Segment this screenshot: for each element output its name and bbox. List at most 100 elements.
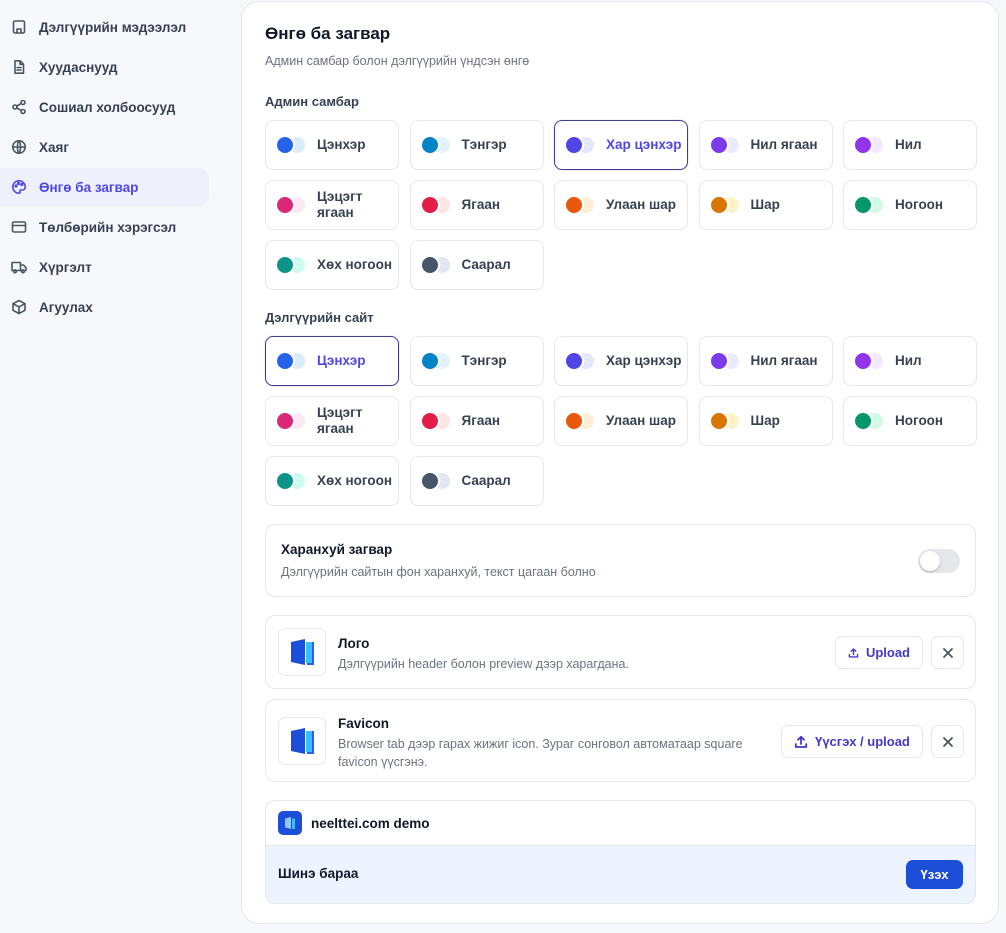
color-dots [708, 135, 741, 155]
color-dots [275, 471, 307, 491]
color-option-label: Хар цэнхэр [606, 353, 682, 368]
favicon-remove-button[interactable] [931, 725, 964, 758]
admin-color-option[interactable]: Ногоон [843, 180, 977, 230]
main-color-dot [275, 351, 295, 371]
preview-body: Шинэ бараа Үзэх [266, 846, 975, 903]
upload-icon [848, 647, 859, 658]
color-option-label: Хөх ногоон [317, 257, 393, 272]
main-color-dot [275, 411, 295, 431]
store-color-option[interactable]: Тэнгэр [409, 336, 544, 386]
logo-title: Лого [338, 636, 370, 651]
color-dots [419, 255, 452, 275]
color-option-label: Тэнгэр [461, 137, 507, 152]
admin-color-option[interactable]: Хар цэнхэр [554, 120, 688, 170]
truck-icon [10, 258, 28, 276]
color-dots [708, 411, 741, 431]
color-dots [275, 351, 307, 371]
main-color-dot [564, 351, 584, 371]
main-color-dot [419, 411, 440, 431]
main-color-dot [853, 411, 873, 431]
logo-description: Дэлгүүрийн header болон preview дээр хар… [338, 657, 629, 671]
color-option-label: Хар цэнхэр [606, 137, 682, 152]
color-dots [853, 135, 885, 155]
store-color-grid: Цэнхэр Тэнгэр Хар цэнхэр Нил ягаан Нил Цэцэгт… [265, 336, 977, 506]
sidebar-item-social-links[interactable]: Сошиал холбоосууд [0, 88, 209, 126]
store-color-option[interactable]: Цэцэгт ягаан [265, 396, 399, 446]
store-color-option[interactable]: Саарал [409, 456, 544, 506]
sidebar-item-payment[interactable]: Төлбөрийн хэрэгсэл [0, 208, 209, 246]
sidebar-item-warehouse[interactable]: Агуулах [0, 288, 209, 326]
sidebar-item-label: Сошиал холбоосууд [39, 99, 176, 115]
dark-mode-description: Дэлгүүрийн сайтын фон харанхуй, текст ца… [281, 565, 596, 579]
dark-mode-panel: Харанхуй загвар Дэлгүүрийн сайтын фон ха… [265, 524, 976, 597]
color-option-label: Шар [750, 413, 780, 428]
sidebar-item-colors[interactable]: Өнгө ба загвар [0, 168, 209, 206]
store-color-option[interactable]: Хар цэнхэр [554, 336, 688, 386]
color-dots [564, 411, 596, 431]
sidebar-item-address[interactable]: Хаяг [0, 128, 209, 166]
upload-icon [794, 735, 808, 748]
store-color-option[interactable]: Ягаан [409, 396, 544, 446]
sidebar-item-label: Агуулах [39, 299, 93, 315]
admin-color-option[interactable]: Саарал [409, 240, 544, 290]
door-logo-icon [291, 639, 314, 665]
sidebar-item-pages[interactable]: Хуудаснууд [0, 48, 209, 86]
logo-panel: Лого Дэлгүүрийн header болон preview дээ… [265, 615, 976, 689]
main-color-dot [419, 135, 440, 155]
color-option-label: Нил [895, 353, 922, 368]
store-color-option[interactable]: Ногоон [843, 396, 977, 446]
store-color-option[interactable]: Цэнхэр [265, 336, 399, 386]
admin-color-option[interactable]: Улаан шар [554, 180, 688, 230]
main-color-dot [275, 135, 295, 155]
favicon-description-line2: favicon үүсгэнэ. [338, 755, 428, 769]
dark-mode-toggle[interactable] [918, 549, 960, 573]
color-dots [564, 351, 596, 371]
store-preview: neelttei.com demo Шинэ бараа Үзэх [265, 800, 976, 904]
globe-icon [10, 138, 28, 156]
color-dots [419, 351, 452, 371]
sidebar-item-label: Дэлгүүрийн мэдээлэл [39, 19, 187, 35]
admin-color-option[interactable]: Нил ягаан [698, 120, 833, 170]
favicon-upload-button[interactable]: Үүсгэх / upload [781, 725, 923, 758]
color-dots [419, 195, 452, 215]
admin-color-option[interactable]: Цэцэгт ягаан [265, 180, 399, 230]
color-option-label: Хөх ногоон [317, 473, 393, 488]
store-color-option[interactable]: Нил ягаан [698, 336, 833, 386]
color-dots [419, 411, 452, 431]
sidebar-item-label: Хуудаснууд [39, 59, 118, 75]
color-option-label: Цэцэгт ягаан [317, 189, 363, 220]
admin-color-option[interactable]: Ягаан [409, 180, 544, 230]
toggle-knob [920, 551, 940, 571]
store-color-option[interactable]: Хөх ногоон [265, 456, 399, 506]
color-option-label: Ягаан [461, 413, 501, 428]
store-color-option[interactable]: Шар [698, 396, 833, 446]
admin-color-option[interactable]: Нил [843, 120, 977, 170]
favicon-upload-label: Үүсгэх / upload [815, 734, 910, 749]
admin-color-option[interactable]: Шар [698, 180, 833, 230]
color-dots [275, 195, 307, 215]
credit-card-icon [10, 218, 28, 236]
store-color-option[interactable]: Улаан шар [554, 396, 688, 446]
preview-view-button[interactable]: Үзэх [906, 860, 963, 889]
color-option-label: Саарал [461, 257, 511, 272]
sidebar-item-delivery[interactable]: Хүргэлт [0, 248, 209, 286]
logo-remove-button[interactable] [931, 636, 964, 669]
admin-section-label: Админ самбар [265, 94, 359, 109]
store-color-option[interactable]: Нил [843, 336, 977, 386]
main-color-dot [275, 255, 295, 275]
preview-product-name: Шинэ бараа [278, 866, 359, 881]
main-color-dot [708, 351, 729, 371]
color-dots [853, 351, 885, 371]
color-option-label: Ногоон [895, 197, 944, 212]
admin-color-option[interactable]: Цэнхэр [265, 120, 399, 170]
logo-upload-button[interactable]: Upload [835, 636, 923, 669]
main-color-dot [275, 471, 295, 491]
preview-header: neelttei.com demo [266, 801, 975, 846]
color-dots [275, 255, 307, 275]
store-icon [10, 18, 28, 36]
sidebar-item-store-info[interactable]: Дэлгүүрийн мэдээлэл [0, 8, 209, 46]
color-option-label: Цэцэгт ягаан [317, 405, 363, 436]
favicon-description-line1: Browser tab дээр гарах жижиг icon. Зураг… [338, 737, 743, 751]
admin-color-option[interactable]: Хөх ногоон [265, 240, 399, 290]
admin-color-option[interactable]: Тэнгэр [409, 120, 544, 170]
